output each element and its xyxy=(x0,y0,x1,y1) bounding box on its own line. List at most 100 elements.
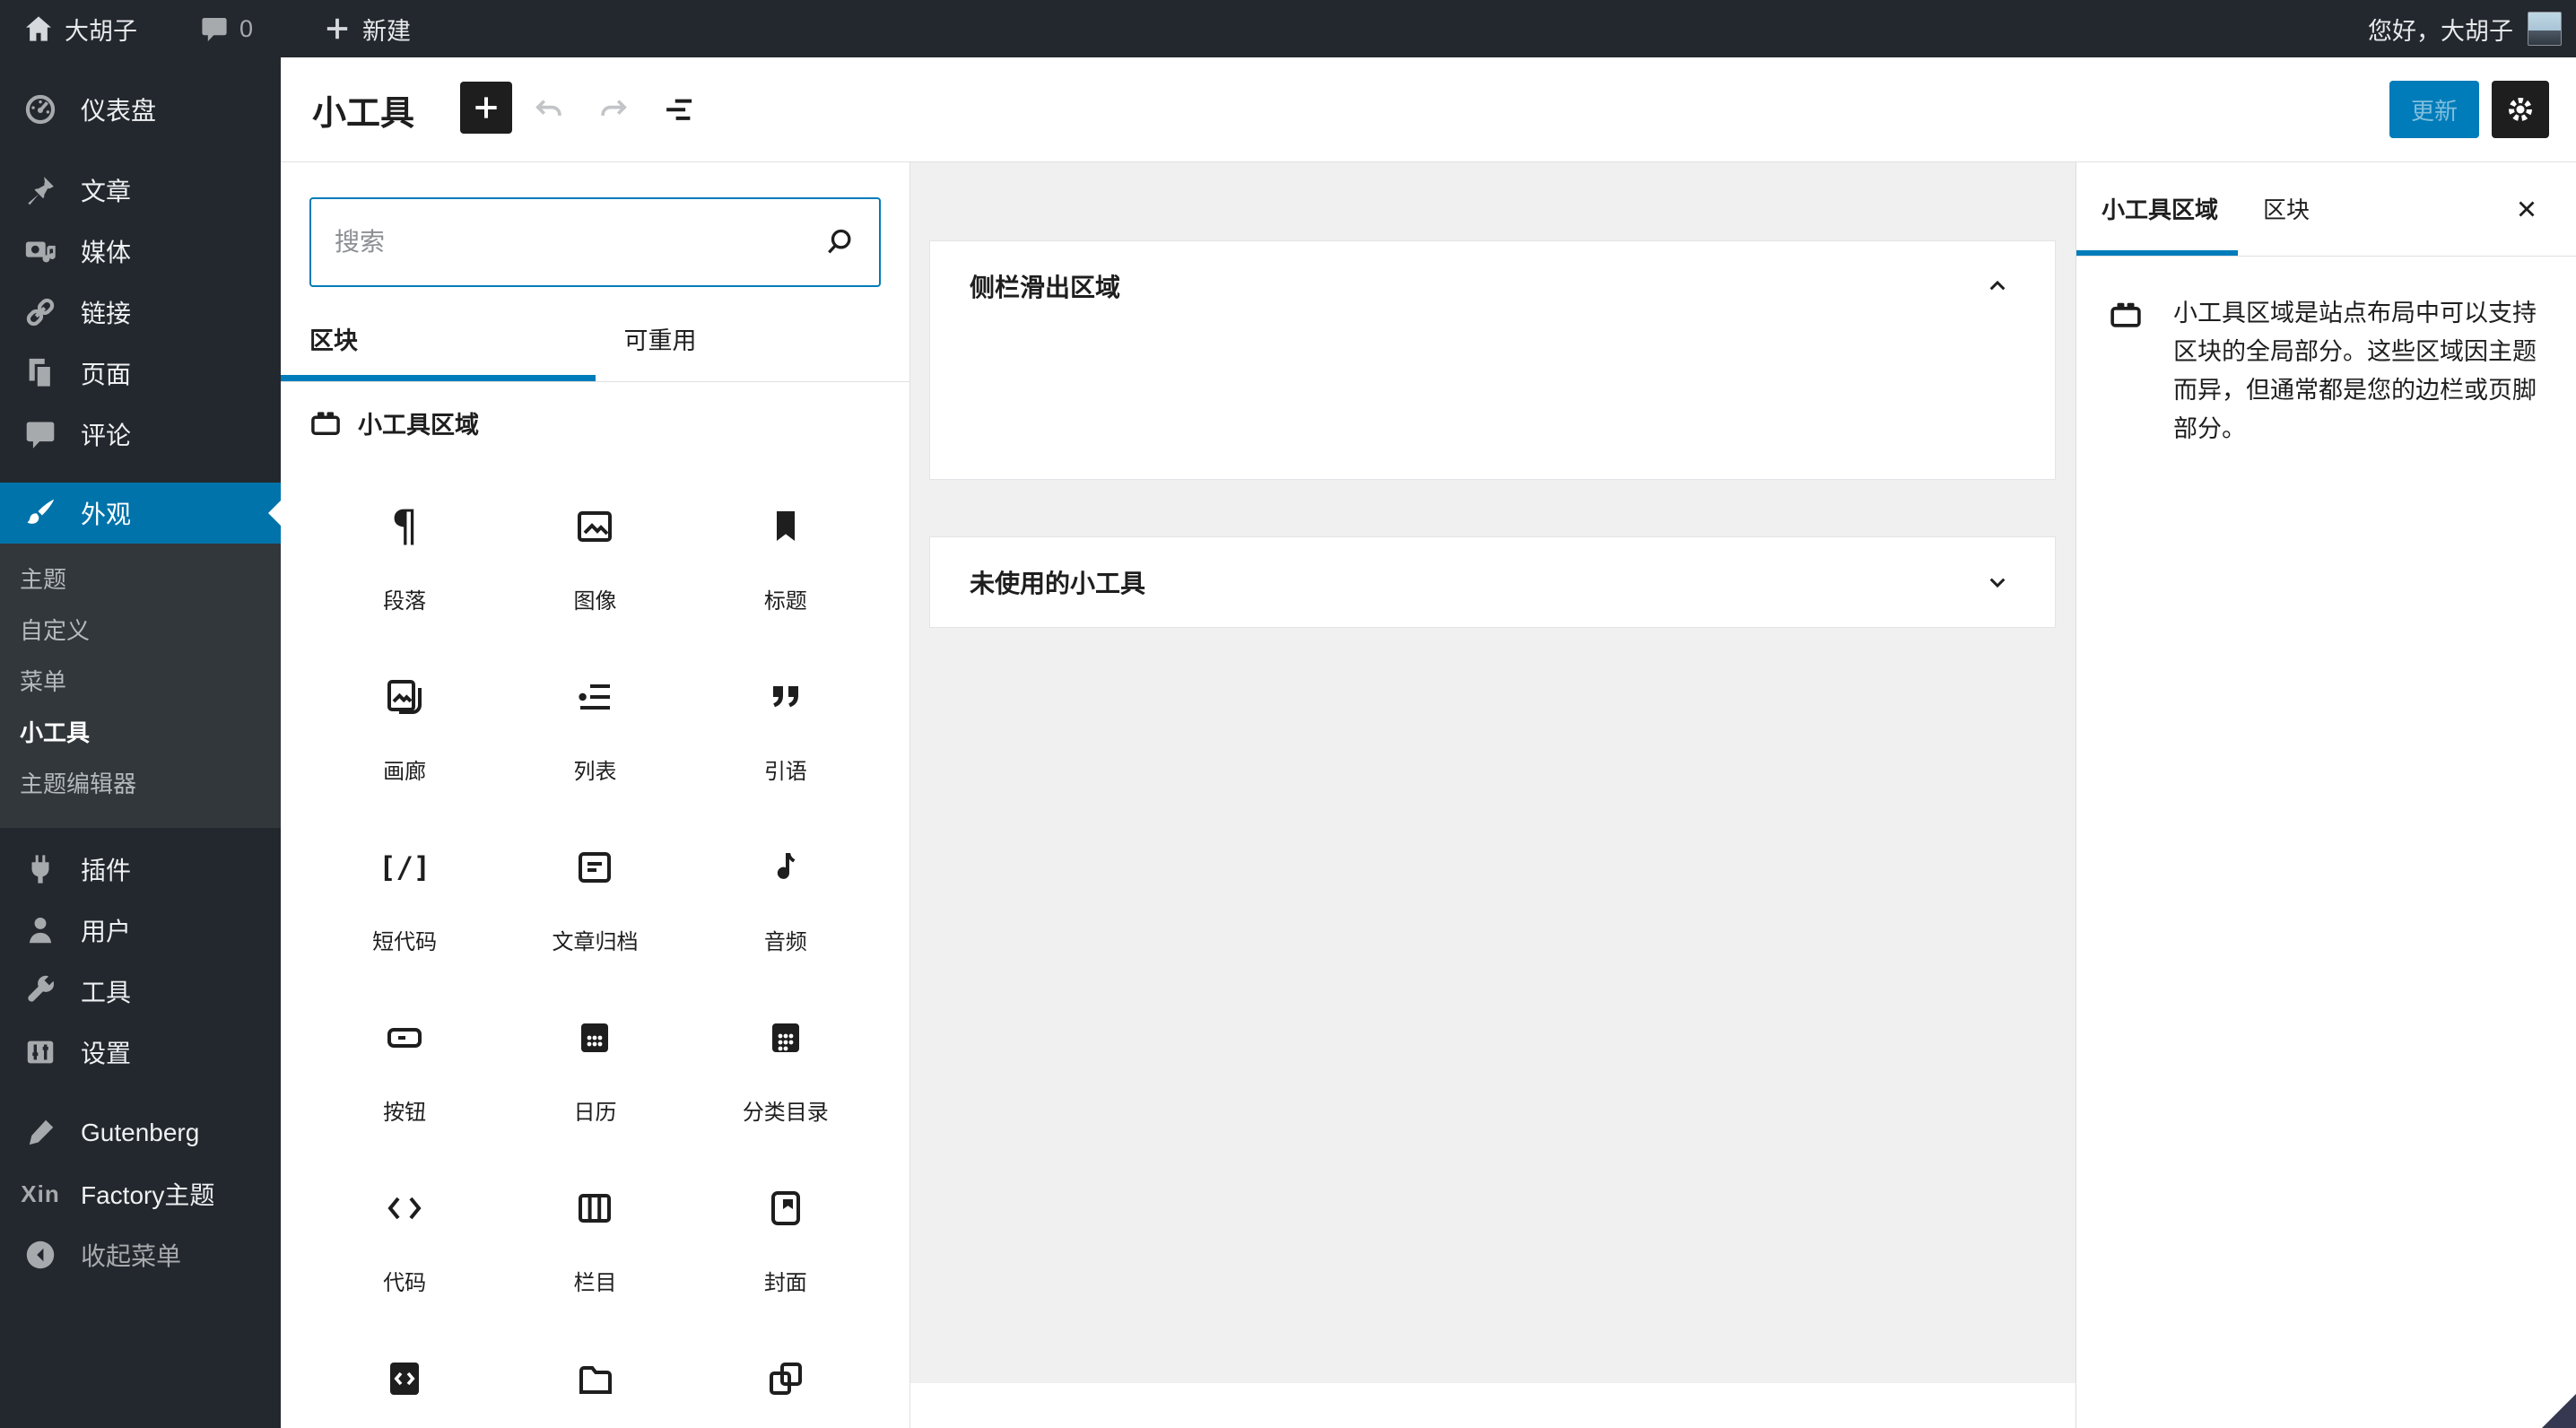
plus-icon xyxy=(323,14,352,43)
block-item-columns[interactable]: 栏目 xyxy=(500,1157,690,1328)
home-icon xyxy=(23,13,54,44)
tab-blocks[interactable]: 区块 xyxy=(281,296,596,381)
sidebar-item-label: 用户 xyxy=(81,918,132,945)
block-item-group[interactable] xyxy=(691,1328,881,1428)
settings-toggle-button[interactable] xyxy=(2492,81,2549,138)
block-item-archives[interactable]: 文章归档 xyxy=(500,816,690,987)
redo-button[interactable] xyxy=(594,91,633,131)
sidebar-item-media[interactable]: 媒体 xyxy=(0,221,281,282)
image-icon xyxy=(573,504,616,549)
search-input[interactable] xyxy=(311,228,822,257)
close-sidebar-button[interactable] xyxy=(2513,161,2576,256)
block-item-quote[interactable]: 引语 xyxy=(691,646,881,816)
sidebar-item-settings[interactable]: 设置 xyxy=(0,1022,281,1083)
block-item-gallery[interactable]: 画廊 xyxy=(309,646,500,816)
sidebar-item-tools[interactable]: 工具 xyxy=(0,961,281,1022)
sidebar-item-collapse-menu[interactable]: 收起菜单 xyxy=(0,1224,281,1285)
block-item-list[interactable]: 列表 xyxy=(500,646,690,816)
block-item-cover[interactable]: 封面 xyxy=(691,1157,881,1328)
panel-header[interactable]: 侧栏滑出区域 xyxy=(930,241,2055,331)
sidebar-item-pages[interactable]: 页面 xyxy=(0,343,281,404)
block-item-button[interactable]: 按钮 xyxy=(309,987,500,1157)
widget-area-icon xyxy=(2109,298,2143,332)
sidebar-item-gutenberg[interactable]: Gutenberg xyxy=(0,1102,281,1163)
settings-sidebar: 小工具区域 区块 小工具区域是站点布局中可以支持区块的全局部分。这些区域因主题而… xyxy=(2076,161,2576,1428)
block-item-audio[interactable]: 音频 xyxy=(691,816,881,987)
tab-reusable[interactable]: 可重用 xyxy=(596,296,910,381)
inserter-tabs: 区块 可重用 xyxy=(281,296,909,382)
panel-header[interactable]: 未使用的小工具 xyxy=(930,537,2055,627)
new-label: 新建 xyxy=(362,17,412,45)
sidebar-item-appearance[interactable]: 外观 xyxy=(0,483,281,544)
block-item-image[interactable]: 图像 xyxy=(500,475,690,646)
comments-shortcut[interactable]: 0 xyxy=(200,14,253,43)
block-item-custom-html[interactable] xyxy=(309,1328,500,1428)
block-inserter-toggle-button[interactable] xyxy=(460,82,512,134)
undo-button[interactable] xyxy=(529,91,569,131)
plus-icon xyxy=(475,97,497,118)
widget-area-section-header: 小工具区域 xyxy=(309,405,479,440)
gear-icon xyxy=(2509,98,2532,121)
close-icon xyxy=(2519,201,2535,216)
block-item-calendar[interactable]: 日历 xyxy=(500,987,690,1157)
submenu-item-widgets[interactable]: 小工具 xyxy=(0,706,281,757)
tab-block[interactable]: 区块 xyxy=(2238,161,2329,256)
sidebar-item-users[interactable]: 用户 xyxy=(0,900,281,961)
list-view-button[interactable] xyxy=(660,91,700,131)
new-content-menu[interactable]: 新建 xyxy=(323,12,411,47)
sidebar-item-label: 设置 xyxy=(81,1040,132,1067)
quote-icon xyxy=(764,675,807,719)
blocks-grid: ¶ 段落 图像 标题 画廊 列表 引语 [/] 短代码 文章归档 音频 按钮 日… xyxy=(309,475,881,1428)
sidebar-item-links[interactable]: 链接 xyxy=(0,282,281,343)
comment-count: 0 xyxy=(239,14,254,42)
site-menu[interactable]: 大胡子 xyxy=(23,12,137,47)
sidebar-item-dashboard[interactable]: 仪表盘 xyxy=(0,79,281,140)
media-icon xyxy=(22,234,59,268)
submenu-item-menus[interactable]: 菜单 xyxy=(0,655,281,706)
archives-icon xyxy=(573,845,616,890)
pages-icon xyxy=(22,356,59,390)
corner-resize-artifact xyxy=(2542,1394,2576,1428)
list-icon xyxy=(573,675,616,719)
admin-menu: 仪表盘 文章 媒体 链接 页面 评论 外观 主题 自定义 菜单 小工具 主题编辑… xyxy=(0,57,281,1428)
sidebar-item-label: 仪表盘 xyxy=(81,97,157,125)
sidebar-item-xin-factory-theme[interactable]: Xin Factory主题 xyxy=(0,1163,281,1224)
paintbrush-icon xyxy=(22,496,59,530)
block-item-shortcode[interactable]: [/] 短代码 xyxy=(309,816,500,987)
pencil-icon xyxy=(22,1116,59,1150)
submenu-item-themes[interactable]: 主题 xyxy=(0,553,281,604)
widget-area-panel-inactive-widgets: 未使用的小工具 xyxy=(929,536,2056,628)
avatar[interactable] xyxy=(2528,12,2562,46)
audio-note-icon xyxy=(764,845,807,890)
account-menu[interactable]: 您好，大胡子 xyxy=(2368,12,2513,47)
custom-html-icon xyxy=(383,1356,426,1401)
block-item-code[interactable]: 代码 xyxy=(309,1157,500,1328)
widget-area-description: 小工具区域是站点布局中可以支持区块的全局部分。这些区域因主题而异，但通常都是您的… xyxy=(2076,257,2576,448)
code-icon xyxy=(383,1186,426,1231)
button-block-icon xyxy=(383,1015,426,1060)
tab-widget-area[interactable]: 小工具区域 xyxy=(2076,161,2238,256)
block-item-paragraph[interactable]: ¶ 段落 xyxy=(309,475,500,646)
submenu-item-customize[interactable]: 自定义 xyxy=(0,604,281,655)
sidebar-item-plugins[interactable]: 插件 xyxy=(0,839,281,900)
block-item-file[interactable] xyxy=(500,1328,690,1428)
xin-logo: Xin xyxy=(21,1180,60,1207)
sidebar-item-label: 收起菜单 xyxy=(81,1242,182,1270)
sidebar-item-comments[interactable]: 评论 xyxy=(0,404,281,465)
columns-icon xyxy=(573,1186,616,1231)
sidebar-item-label: 工具 xyxy=(81,979,132,1006)
chevron-up-icon[interactable] xyxy=(1983,272,2012,300)
sidebar-item-label: 链接 xyxy=(81,300,132,327)
comment-icon xyxy=(22,418,59,450)
block-search-box xyxy=(309,197,881,287)
block-item-heading[interactable]: 标题 xyxy=(691,475,881,646)
comment-bubble-icon xyxy=(200,14,229,43)
editor-header: 小工具 更新 xyxy=(281,57,2576,162)
update-button[interactable]: 更新 xyxy=(2389,81,2479,138)
block-item-categories[interactable]: 分类目录 xyxy=(691,987,881,1157)
submenu-item-theme-editor[interactable]: 主题编辑器 xyxy=(0,757,281,808)
redo-icon xyxy=(601,100,627,116)
chevron-down-icon[interactable] xyxy=(1983,568,2012,596)
sidebar-item-posts[interactable]: 文章 xyxy=(0,160,281,221)
collapse-arrow-icon xyxy=(22,1238,59,1272)
